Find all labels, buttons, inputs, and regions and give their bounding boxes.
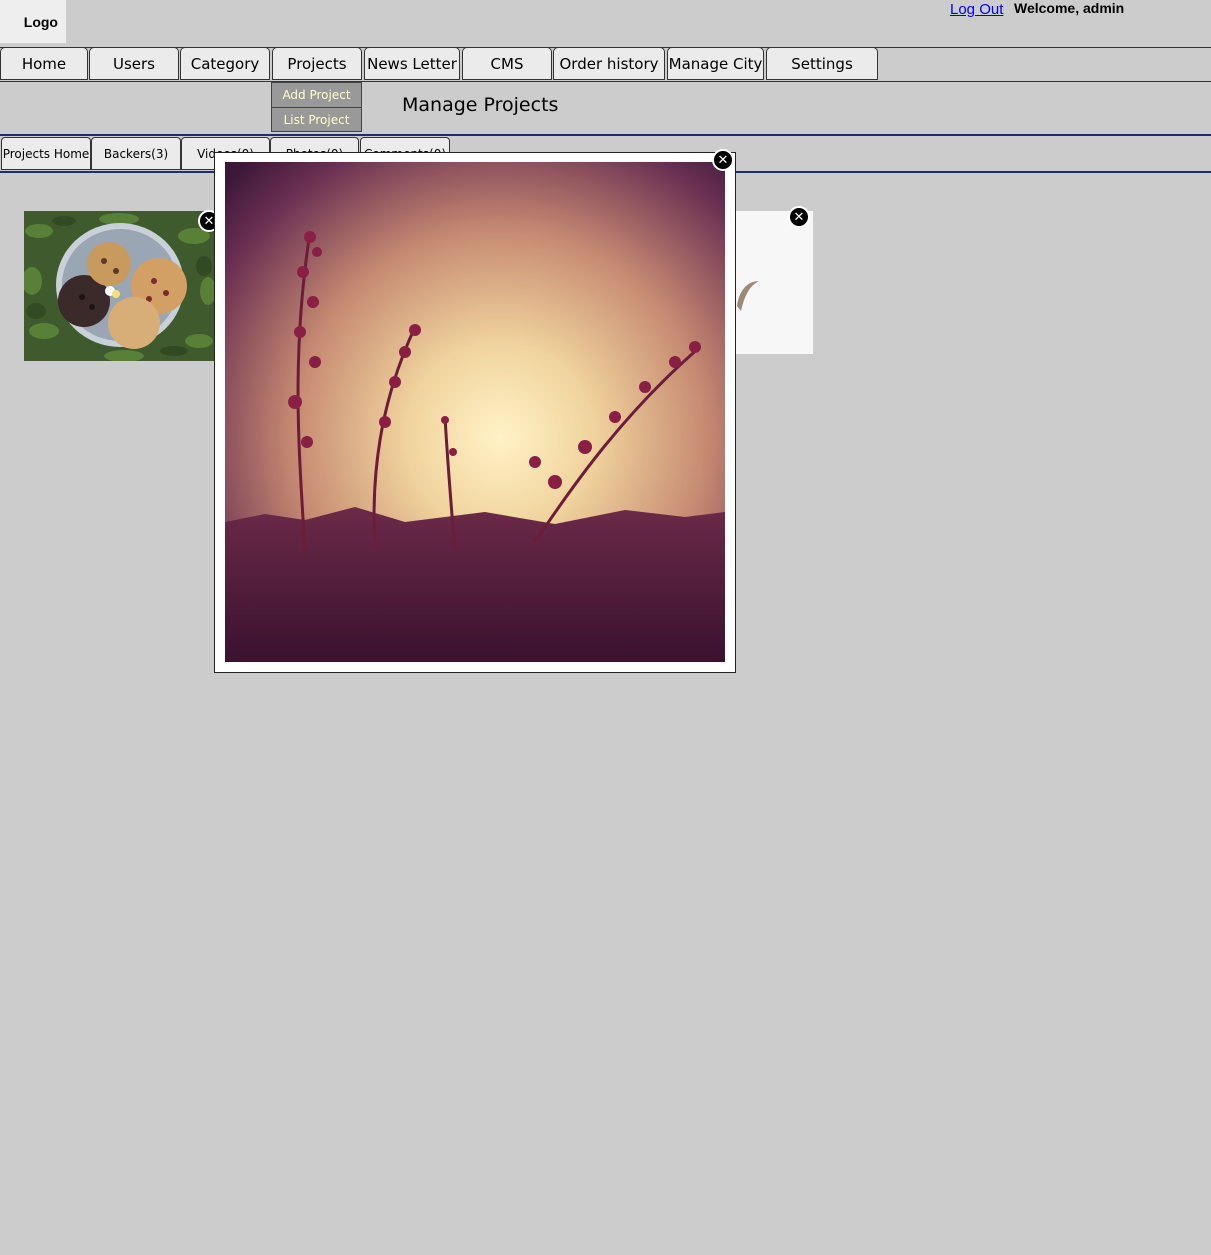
photo-lightbox (214, 152, 736, 673)
subtab-projects-home[interactable]: Projects Home (1, 137, 91, 170)
nav-tab-home[interactable]: Home (0, 47, 88, 80)
nav-tab-projects[interactable]: Projects (272, 47, 362, 80)
nav-tab-order-history[interactable]: Order history (553, 47, 665, 80)
logo: Logo (0, 0, 66, 43)
nav-tab-category[interactable]: Category (180, 47, 270, 80)
nav-tab-cms[interactable]: CMS (462, 47, 552, 80)
logout-link[interactable]: Log Out (950, 1, 1003, 18)
close-icon[interactable]: ✕ (712, 149, 734, 171)
subtab-border-top (0, 134, 1211, 136)
projects-dropdown: Add Project List Project (271, 82, 362, 132)
project-photo-thumbnail-2[interactable] (733, 211, 813, 354)
page-title: Manage Projects (402, 94, 559, 116)
close-icon[interactable]: ✕ (788, 206, 810, 228)
nav-tab-manage-city[interactable]: Manage City (667, 47, 764, 80)
nav-tab-settings[interactable]: Settings (766, 47, 878, 80)
subtab-backers[interactable]: Backers(3) (91, 137, 181, 170)
nav-tab-users[interactable]: Users (89, 47, 179, 80)
nav-tab-newsletter[interactable]: News Letter (364, 47, 460, 80)
lightbox-image (225, 162, 725, 662)
dropdown-item-add-project[interactable]: Add Project (272, 83, 361, 108)
dropdown-item-list-project[interactable]: List Project (272, 108, 361, 132)
project-photo-thumbnail[interactable] (24, 211, 214, 361)
photo-image (733, 211, 813, 354)
cookies-image (24, 211, 214, 361)
welcome-text: Welcome, admin (1014, 0, 1125, 16)
nav-border-bottom (0, 81, 1211, 82)
